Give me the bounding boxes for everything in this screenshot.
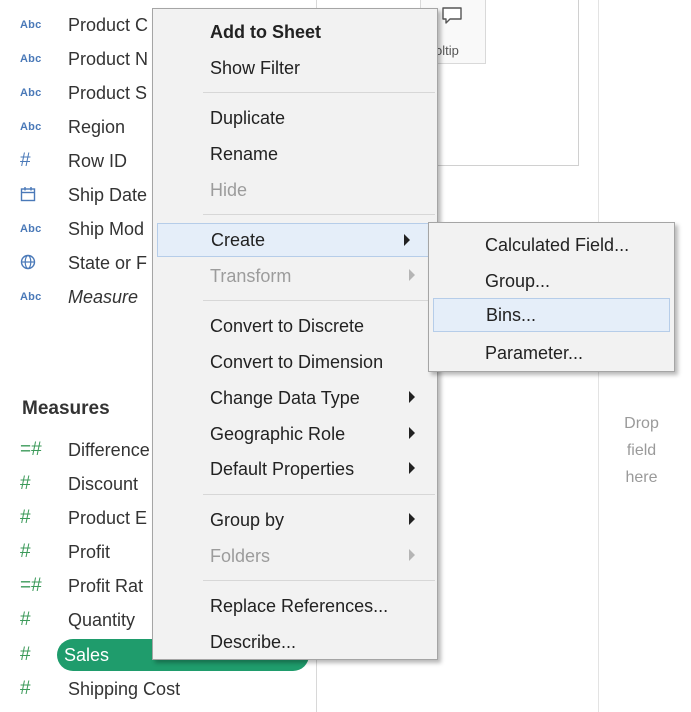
string-type-icon: Abc — [20, 53, 42, 65]
string-type-icon: Abc — [20, 87, 42, 99]
menu-item-label: Default Properties — [210, 458, 355, 479]
number-type-icon: # — [20, 541, 31, 562]
menu-item-label: Folders — [210, 545, 271, 566]
menu-item-change-data-type[interactable]: Change Data Type — [153, 381, 437, 415]
number-type-icon: # — [20, 150, 31, 171]
menu-item-label: Geographic Role — [210, 423, 346, 444]
string-type-icon: Abc — [20, 121, 42, 133]
menu-item-calculated-field[interactable]: Calculated Field... — [429, 228, 674, 262]
submenu-arrow-icon — [409, 549, 415, 561]
menu-separator — [203, 494, 435, 495]
number-type-icon: # — [20, 678, 31, 699]
field-label: Product N — [68, 48, 149, 69]
menu-item-label: Transform — [210, 265, 292, 286]
field-label: State or F — [68, 252, 148, 273]
menu-item-default-properties[interactable]: Default Properties — [153, 452, 437, 486]
drop-hint-line: Drop — [624, 415, 659, 432]
menu-item-bins[interactable]: Bins... — [433, 298, 670, 332]
field-label: Shipping Cost — [68, 678, 181, 699]
menu-item-label: Create — [211, 229, 266, 250]
tooltip-label: oltip — [435, 43, 459, 58]
submenu-arrow-icon — [409, 391, 415, 403]
submenu-arrow-icon — [409, 269, 415, 281]
menu-item-duplicate[interactable]: Duplicate — [153, 101, 437, 135]
submenu-arrow-icon — [409, 513, 415, 525]
field-shipping-cost[interactable]: # Shipping Cost — [0, 672, 316, 706]
menu-item-add-to-sheet[interactable]: Add to Sheet — [153, 15, 437, 49]
menu-item-geographic-role[interactable]: Geographic Role — [153, 417, 437, 451]
field-label: Measure — [68, 286, 139, 307]
menu-item-transform: Transform — [153, 259, 437, 293]
menu-separator — [203, 300, 435, 301]
number-type-icon: # — [20, 507, 31, 528]
menu-item-convert-to-discrete[interactable]: Convert to Discrete — [153, 309, 437, 343]
menu-separator — [203, 92, 435, 93]
submenu-arrow-icon — [409, 462, 415, 474]
calculated-number-icon: =# — [20, 439, 42, 460]
globe-icon — [20, 254, 50, 273]
menu-item-parameter[interactable]: Parameter... — [429, 336, 674, 370]
submenu-arrow-icon — [409, 427, 415, 439]
menu-separator — [203, 580, 435, 581]
string-type-icon: Abc — [20, 223, 42, 235]
field-label: Profit — [68, 541, 111, 562]
menu-item-group[interactable]: Group... — [429, 264, 674, 298]
field-label: Profit Rat — [68, 575, 144, 596]
menu-item-show-filter[interactable]: Show Filter — [153, 51, 437, 85]
menu-item-replace-references[interactable]: Replace References... — [153, 589, 437, 623]
field-label: Row ID — [68, 150, 128, 171]
submenu-arrow-icon — [404, 234, 410, 246]
menu-item-group-by[interactable]: Group by — [153, 503, 437, 537]
field-label: Product C — [68, 14, 149, 35]
create-submenu: Calculated Field... Group... Bins... Par… — [428, 222, 675, 372]
menu-item-label: Change Data Type — [210, 387, 360, 408]
string-type-icon: Abc — [20, 291, 42, 303]
menu-item-rename[interactable]: Rename — [153, 137, 437, 171]
menu-item-convert-to-dimension[interactable]: Convert to Dimension — [153, 345, 437, 379]
string-type-icon: Abc — [20, 19, 42, 31]
field-label: Product S — [68, 82, 148, 103]
menu-item-describe[interactable]: Describe... — [153, 625, 437, 659]
drop-hint-line: field — [626, 442, 657, 459]
field-label: Region — [68, 116, 126, 137]
measures-section-header: Measures — [22, 398, 110, 419]
number-type-icon: # — [20, 473, 31, 494]
field-label: Quantity — [68, 609, 136, 630]
calendar-icon — [20, 186, 50, 205]
field-context-menu: Add to Sheet Show Filter Duplicate Renam… — [152, 8, 438, 660]
field-label: Product E — [68, 507, 148, 528]
number-type-icon: # — [20, 644, 31, 665]
tableau-workspace: Abc Product C Abc Product N Abc Product … — [0, 0, 691, 712]
number-type-icon: # — [20, 609, 31, 630]
calculated-number-icon: =# — [20, 575, 42, 596]
field-label: Difference — [68, 439, 150, 460]
menu-item-folders: Folders — [153, 539, 437, 573]
menu-separator — [203, 214, 435, 215]
menu-item-label: Group by — [210, 509, 285, 530]
field-label: Discount — [68, 473, 139, 494]
field-label: Sales — [64, 644, 110, 665]
drop-hint-line: here — [625, 469, 658, 486]
tooltip-icon — [441, 6, 463, 26]
field-label: Ship Mod — [68, 218, 145, 239]
drop-field-hint: Drop field here — [599, 410, 684, 491]
field-label: Ship Date — [68, 184, 148, 205]
menu-item-create[interactable]: Create — [157, 223, 433, 257]
menu-item-hide: Hide — [210, 179, 248, 200]
